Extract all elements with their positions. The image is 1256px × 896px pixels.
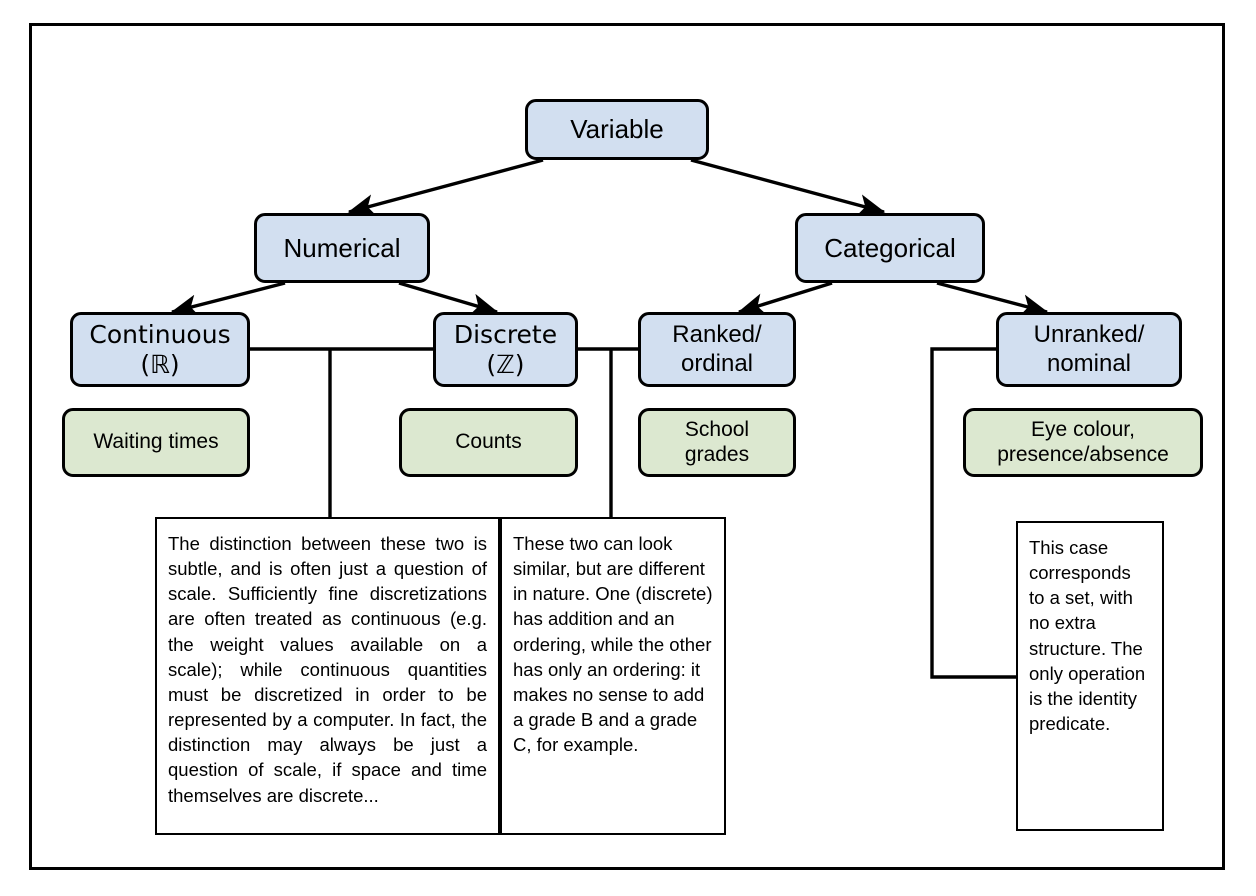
node-discrete-label: Discrete (ℤ) — [453, 320, 558, 379]
diagram-canvas: Variable Numerical Categorical Continuou… — [0, 0, 1256, 896]
node-variable[interactable]: Variable — [525, 99, 709, 160]
note-scale: The distinction between these two is sub… — [155, 517, 500, 835]
example-ranked-school-grades[interactable]: School grades — [638, 408, 796, 477]
note-set-text: This case corresponds to a set, with no … — [1029, 537, 1146, 735]
example-continuous-waiting-times[interactable]: Waiting times — [62, 408, 250, 477]
note-set: This case corresponds to a set, with no … — [1016, 521, 1164, 831]
node-continuous-label: Continuous (ℝ) — [89, 320, 231, 379]
node-numerical-label: Numerical — [283, 232, 401, 263]
node-ranked-ordinal-label: Ranked/ ordinal — [672, 321, 762, 377]
node-continuous[interactable]: Continuous (ℝ) — [70, 312, 250, 387]
example-continuous-label: Waiting times — [93, 430, 219, 454]
node-ranked-ordinal[interactable]: Ranked/ ordinal — [638, 312, 796, 387]
note-ordering: These two can look similar, but are diff… — [500, 517, 726, 835]
example-unranked-label: Eye colour, presence/absence — [997, 417, 1169, 466]
node-categorical[interactable]: Categorical — [795, 213, 985, 283]
example-discrete-label: Counts — [455, 430, 522, 454]
example-ranked-label: School grades — [684, 417, 750, 466]
example-discrete-counts[interactable]: Counts — [399, 408, 578, 477]
note-ordering-text: These two can look similar, but are diff… — [513, 533, 713, 756]
example-unranked-eye-colour[interactable]: Eye colour, presence/absence — [963, 408, 1203, 477]
node-variable-label: Variable — [570, 114, 664, 145]
node-unranked-nominal-label: Unranked/ nominal — [1033, 321, 1145, 377]
node-discrete[interactable]: Discrete (ℤ) — [433, 312, 578, 387]
note-scale-text: The distinction between these two is sub… — [168, 533, 487, 806]
node-unranked-nominal[interactable]: Unranked/ nominal — [996, 312, 1182, 387]
node-numerical[interactable]: Numerical — [254, 213, 430, 283]
node-categorical-label: Categorical — [824, 232, 956, 263]
